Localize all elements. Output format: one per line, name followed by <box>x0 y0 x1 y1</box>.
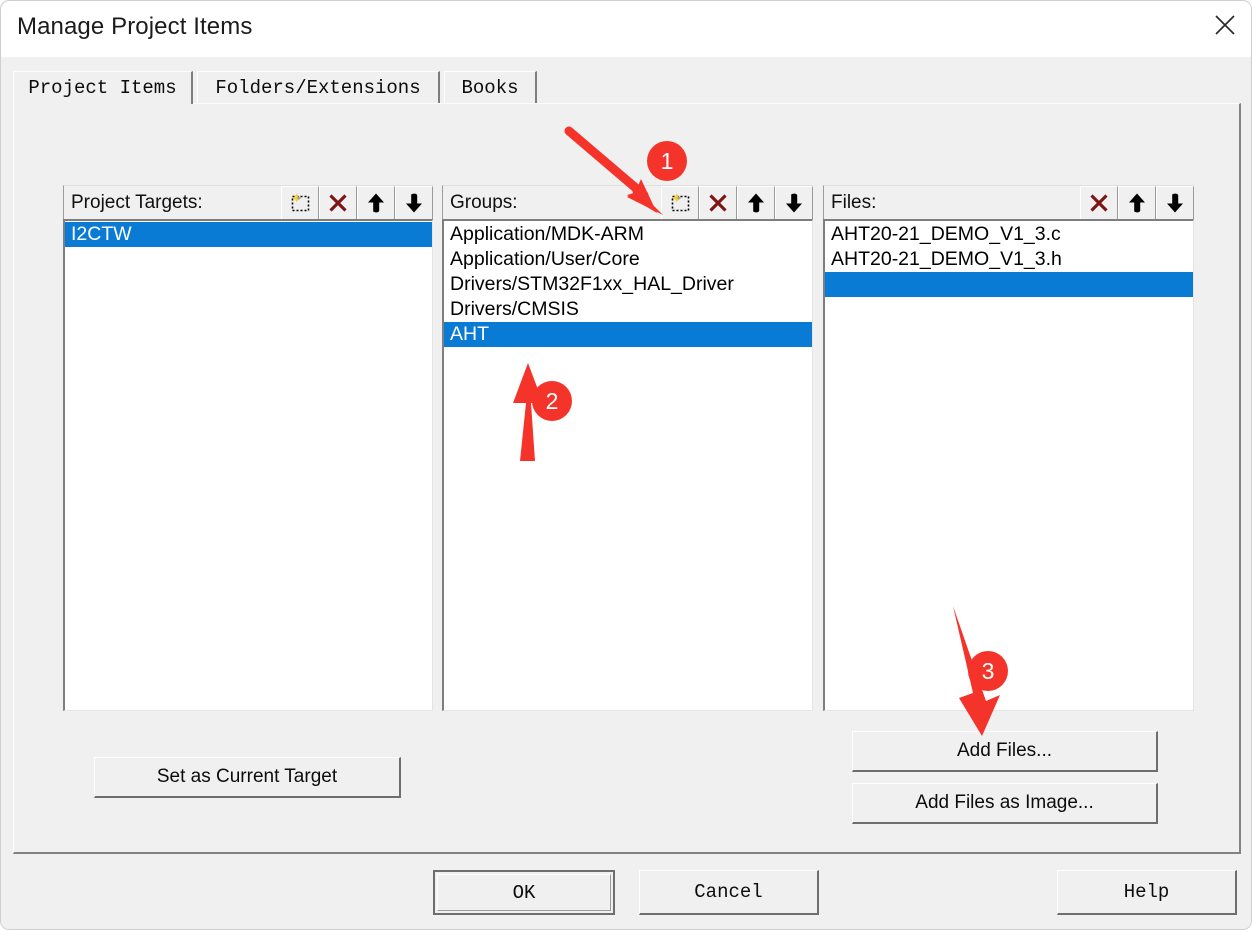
tab-books[interactable]: Books <box>444 71 537 104</box>
list-item[interactable]: AHT20-21_DEMO_V1_3.h <box>825 247 1193 272</box>
button-label: Add Files as Image... <box>915 792 1094 813</box>
list-item[interactable]: Application/User/Core <box>444 247 812 272</box>
button-label: OK <box>512 881 536 904</box>
list-item[interactable]: I2CTW <box>65 222 432 247</box>
delete-x-icon[interactable] <box>1080 186 1118 220</box>
list-item[interactable]: Application/MDK-ARM <box>444 222 812 247</box>
window-title: Manage Project Items <box>17 13 253 40</box>
button-label: Add Files... <box>956 740 1053 761</box>
add-files-as-image-button[interactable]: Add Files as Image... <box>852 783 1158 824</box>
button-label: Help <box>1123 881 1170 903</box>
list-item[interactable]: Drivers/STM32F1xx_HAL_Driver <box>444 272 812 297</box>
tab-label: Project Items <box>28 77 177 99</box>
help-button[interactable]: Help <box>1057 870 1237 915</box>
files-list[interactable]: AHT20-21_DEMO_V1_3.c AHT20-21_DEMO_V1_3.… <box>823 219 1194 711</box>
new-item-icon[interactable] <box>661 186 699 220</box>
tab-project-items[interactable]: Project Items <box>13 71 193 104</box>
project-targets-label: Project Targets: <box>71 191 203 213</box>
title-bar: Manage Project Items <box>1 1 1251 57</box>
ok-button[interactable]: OK <box>433 870 615 915</box>
move-down-icon[interactable] <box>1156 186 1194 220</box>
project-items-panel: Project Targets: I2CTW Groups: Applicati… <box>13 103 1241 854</box>
button-label: Cancel <box>694 881 763 903</box>
files-header: Files: <box>823 185 1194 220</box>
project-targets-header: Project Targets: <box>63 185 433 220</box>
groups-list-item-aht[interactable]: AHT <box>444 322 812 347</box>
move-down-icon[interactable] <box>395 186 433 220</box>
dialog-button-bar: OK Cancel Help <box>1 856 1251 929</box>
new-item-icon[interactable] <box>281 186 319 220</box>
tab-label: Folders/Extensions <box>215 77 421 99</box>
button-label: Set as Current Target <box>156 766 338 787</box>
delete-x-icon[interactable] <box>699 186 737 220</box>
set-as-current-target-button[interactable]: Set as Current Target <box>94 757 401 798</box>
groups-header: Groups: <box>442 185 813 220</box>
tab-folders-extensions[interactable]: Folders/Extensions <box>197 71 440 104</box>
groups-toolbar <box>661 186 813 220</box>
delete-x-icon[interactable] <box>319 186 357 220</box>
cancel-button[interactable]: Cancel <box>639 870 819 915</box>
groups-label: Groups: <box>450 191 518 213</box>
move-up-icon[interactable] <box>357 186 395 220</box>
list-item[interactable] <box>825 272 1193 297</box>
project-targets-list[interactable]: I2CTW <box>63 219 433 711</box>
close-icon[interactable] <box>1197 1 1251 49</box>
files-label: Files: <box>831 191 877 213</box>
tab-label: Books <box>461 77 519 99</box>
add-files-button[interactable]: Add Files... <box>852 731 1158 772</box>
move-down-icon[interactable] <box>775 186 813 220</box>
move-up-icon[interactable] <box>1118 186 1156 220</box>
groups-list[interactable]: Application/MDK-ARM Application/User/Cor… <box>442 219 813 711</box>
manage-project-items-dialog: Manage Project Items Project Items Folde… <box>0 0 1252 930</box>
list-item[interactable]: Drivers/CMSIS <box>444 297 812 322</box>
list-item[interactable]: AHT20-21_DEMO_V1_3.c <box>825 222 1193 247</box>
project-targets-toolbar <box>281 186 433 220</box>
files-toolbar <box>1080 186 1194 220</box>
move-up-icon[interactable] <box>737 186 775 220</box>
